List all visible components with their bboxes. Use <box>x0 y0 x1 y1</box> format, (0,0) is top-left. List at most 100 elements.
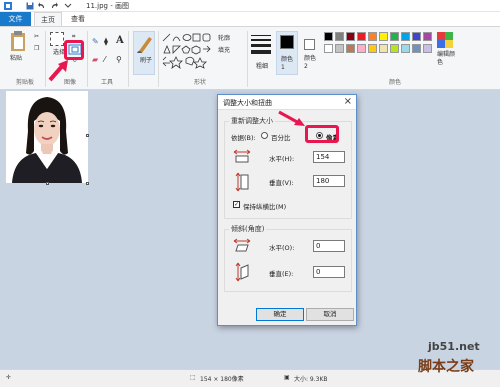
color-swatch[interactable] <box>401 32 410 41</box>
pointer-arrow-icon <box>277 110 307 128</box>
title-bar: 11.jpg - 画图 <box>0 0 500 12</box>
ribbon-divider <box>158 31 159 87</box>
highlight-box <box>64 40 84 60</box>
paste-label: 粘贴 <box>10 55 23 62</box>
color-swatch[interactable] <box>357 32 366 41</box>
tab-view[interactable]: 查看 <box>64 12 92 26</box>
color-swatch[interactable] <box>346 32 355 41</box>
dialog-titlebar: 调整大小和扭曲 × <box>218 95 356 110</box>
pencil-icon[interactable]: ✎ <box>92 37 99 46</box>
skew-horizontal-input[interactable]: 0 <box>313 240 345 252</box>
save-icon[interactable] <box>26 2 34 10</box>
color-swatch[interactable] <box>368 32 377 41</box>
ok-button[interactable]: 确定 <box>256 308 304 321</box>
customize-quick-access-icon[interactable] <box>64 3 72 11</box>
close-icon[interactable]: × <box>344 96 352 107</box>
pointer-arrow-icon <box>48 58 72 82</box>
color-swatch[interactable] <box>412 44 421 53</box>
cancel-button[interactable]: 取消 <box>306 308 354 321</box>
color-swatch[interactable] <box>423 44 432 53</box>
paste-button[interactable] <box>8 30 28 52</box>
tab-home[interactable]: 主页 <box>34 12 62 26</box>
ribbon-divider <box>128 31 129 87</box>
shapes-group-label: 形状 <box>193 79 206 86</box>
keep-ratio-label: 保持纵横比(M) <box>243 203 287 211</box>
text-tool-icon[interactable]: A <box>116 35 124 46</box>
redo-icon[interactable] <box>50 2 58 10</box>
color-swatch[interactable] <box>357 44 366 53</box>
color-swatch[interactable] <box>390 44 399 53</box>
color-swatch[interactable] <box>379 44 388 53</box>
horizontal-input[interactable]: 154 <box>313 151 345 163</box>
by-label: 依据(B): <box>231 134 256 142</box>
color-swatch[interactable] <box>368 44 377 53</box>
color-swatch[interactable] <box>335 32 344 41</box>
highlight-box <box>305 125 339 143</box>
vertical-input[interactable]: 180 <box>313 175 345 187</box>
color-palette <box>324 32 436 62</box>
color-swatch[interactable] <box>390 32 399 41</box>
window-title: 11.jpg - 画图 <box>86 2 129 10</box>
edit-colors-icon[interactable] <box>437 32 457 48</box>
color-swatch[interactable] <box>423 32 432 41</box>
color2-swatch <box>304 39 315 50</box>
image-dimensions: 154 × 180像素 <box>200 376 244 383</box>
skew-horizontal-icon <box>233 238 251 252</box>
cut-icon[interactable]: ✂ <box>34 33 39 40</box>
skew-vertical-label: 垂直(E): <box>269 270 294 278</box>
horizontal-resize-icon <box>233 149 251 163</box>
watermark-brand: 脚本之家 <box>418 359 474 375</box>
eraser-icon[interactable]: ▰ <box>92 55 98 64</box>
skew-horizontal-label: 水平(O): <box>269 244 295 252</box>
ribbon-divider <box>247 31 248 87</box>
color2-button[interactable]: 颜色 2 <box>301 31 321 75</box>
tab-file[interactable]: 文件 <box>0 12 31 26</box>
vertical-label: 垂直(V): <box>269 179 294 187</box>
color1-swatch <box>280 35 294 49</box>
outline-dropdown[interactable]: 轮廓 <box>218 33 230 42</box>
percent-radio[interactable] <box>261 132 268 139</box>
keep-ratio-checkbox[interactable]: ✓ <box>233 201 240 208</box>
resize-handle-corner[interactable] <box>86 182 89 185</box>
brushes-button[interactable]: 刷子 <box>133 31 155 75</box>
colors-group-label: 颜色 <box>388 79 401 86</box>
horizontal-label: 水平(H): <box>269 155 295 163</box>
selection-size-icon: ⬚ <box>190 374 196 381</box>
shapes-gallery[interactable] <box>162 33 214 69</box>
edit-colors-label[interactable]: 编辑颜色 <box>437 51 455 67</box>
skew-group-title: 倾斜(角度) <box>229 224 267 234</box>
color-swatch[interactable] <box>412 32 421 41</box>
color-swatch[interactable] <box>346 44 355 53</box>
size-button[interactable] <box>251 33 271 59</box>
color-swatch[interactable] <box>324 32 333 41</box>
color-swatch[interactable] <box>335 44 344 53</box>
resize-handle-bottom[interactable] <box>46 182 49 185</box>
file-size-icon: ▣ <box>284 374 290 381</box>
dialog-title: 调整大小和扭曲 <box>223 99 272 107</box>
fill-dropdown[interactable]: 填充 <box>218 45 230 54</box>
color2-label: 颜色 2 <box>304 55 317 70</box>
copy-icon[interactable]: ❐ <box>34 45 39 52</box>
undo-icon[interactable] <box>38 2 46 10</box>
percent-label: 百分比 <box>271 134 291 142</box>
vertical-resize-icon <box>235 172 249 192</box>
paint-app-icon <box>4 2 12 10</box>
resize-handle-right[interactable] <box>86 134 89 137</box>
size-label: 粗细 <box>256 63 269 70</box>
color-picker-icon[interactable]: ⁄ <box>104 55 105 64</box>
color-swatch[interactable] <box>324 44 333 53</box>
color1-label: 颜色 1 <box>281 56 294 71</box>
fill-icon[interactable]: ⧫ <box>104 37 108 46</box>
skew-vertical-icon <box>235 262 249 282</box>
select-button[interactable] <box>50 32 64 46</box>
color-swatch[interactable] <box>401 44 410 53</box>
skew-vertical-input[interactable]: 0 <box>313 266 345 278</box>
magnifier-icon[interactable]: ⚲ <box>116 55 122 64</box>
color-swatch[interactable] <box>379 32 388 41</box>
tools-group-label: 工具 <box>100 79 113 86</box>
ribbon-tabs: 文件 主页 查看 <box>0 12 500 26</box>
cursor-position-icon: ✛ <box>6 374 12 381</box>
color1-button[interactable]: 颜色 1 <box>276 31 298 75</box>
watermark-site: jb51.net <box>428 340 480 353</box>
canvas-image[interactable] <box>6 91 88 183</box>
